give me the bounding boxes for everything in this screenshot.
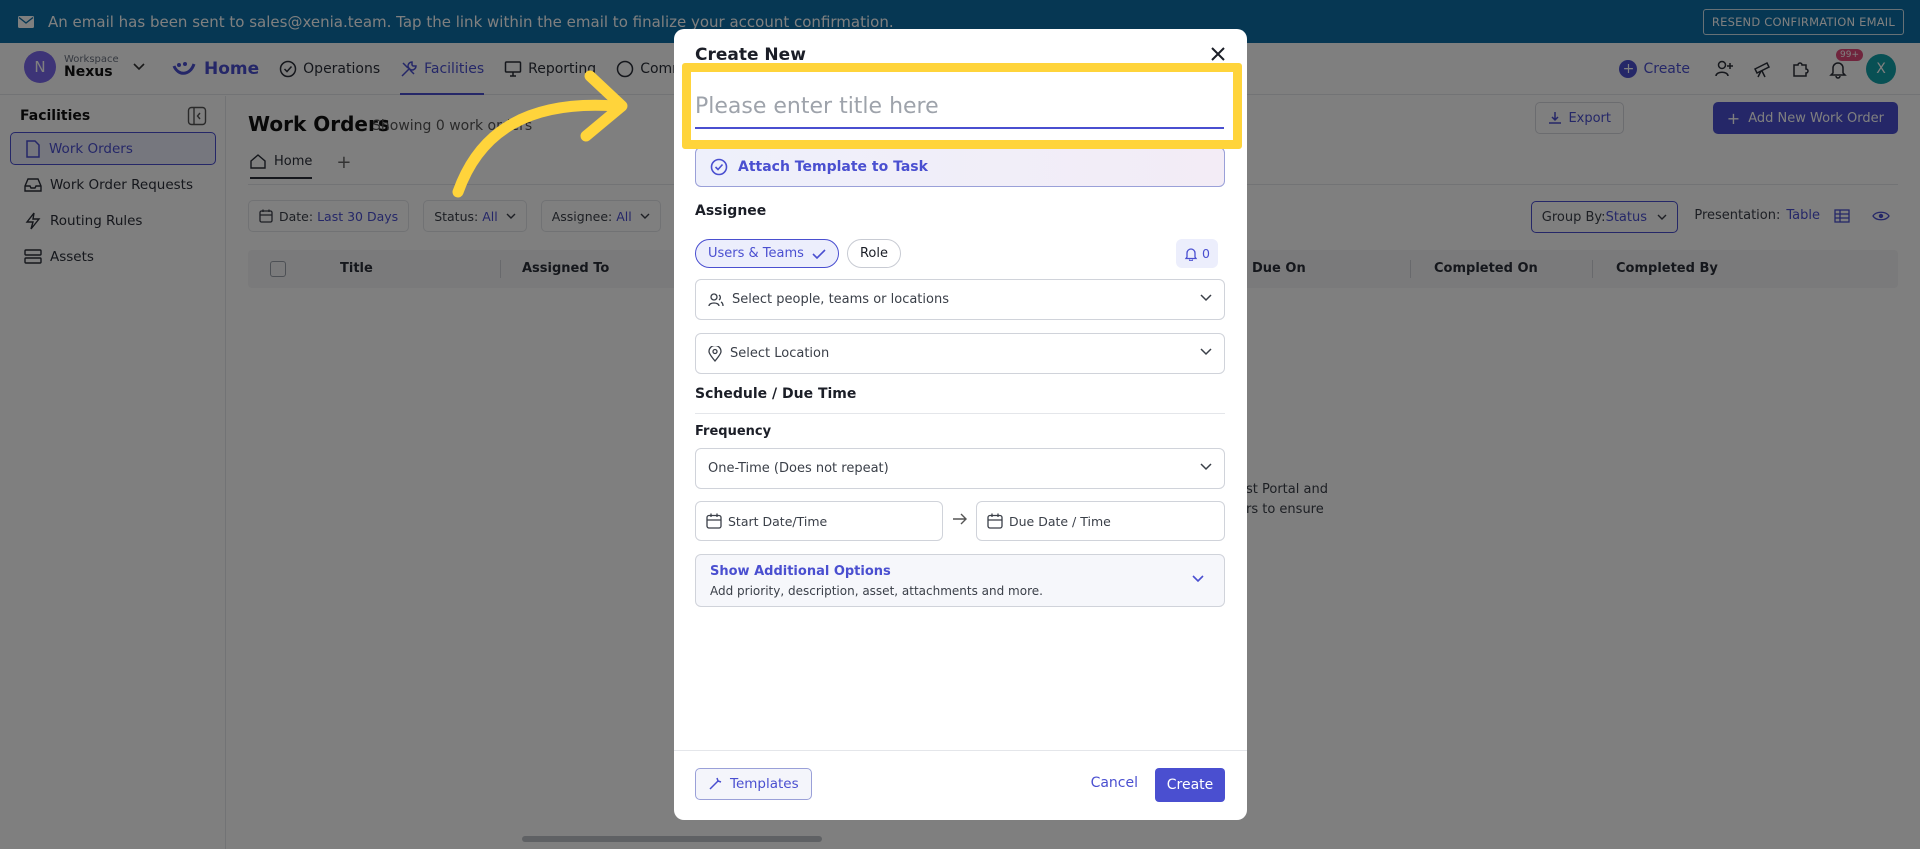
frequency-label: Frequency: [695, 424, 772, 439]
additional-options-toggle[interactable]: Show Additional Options Add priority, de…: [695, 554, 1225, 607]
additional-options-subtitle: Add priority, description, asset, attach…: [710, 584, 1043, 598]
create-button[interactable]: Create: [1155, 768, 1225, 802]
people-icon: [708, 292, 724, 306]
assignee-heading: Assignee: [695, 203, 767, 219]
calendar-icon: [706, 513, 722, 529]
frequency-select[interactable]: One-Time (Does not repeat): [695, 448, 1225, 489]
role-toggle[interactable]: Role: [846, 239, 901, 268]
chevron-down-icon: [1200, 348, 1212, 356]
start-date-picker[interactable]: Start Date/Time: [695, 501, 943, 541]
due-date-picker[interactable]: Due Date / Time: [976, 501, 1225, 541]
notify-count-button[interactable]: 0: [1176, 239, 1218, 268]
modal-title: Create New: [695, 45, 806, 65]
cancel-button[interactable]: Cancel: [1091, 775, 1138, 791]
wand-icon: [709, 777, 722, 790]
chevron-down-icon: [1200, 463, 1212, 471]
check-circle-icon: [710, 158, 728, 176]
title-input-highlight: [682, 63, 1242, 149]
section-divider: [695, 413, 1225, 414]
close-icon[interactable]: [1211, 47, 1225, 61]
schedule-heading: Schedule / Due Time: [695, 386, 857, 402]
bell-icon: [1184, 247, 1198, 261]
location-select[interactable]: Select Location: [695, 333, 1225, 374]
attach-template-button[interactable]: Attach Template to Task: [695, 147, 1225, 187]
calendar-icon: [987, 513, 1003, 529]
pointer-arrow-icon: [452, 70, 628, 198]
arrow-right-icon: [953, 513, 967, 525]
chevron-down-icon: [1192, 575, 1204, 583]
users-teams-toggle[interactable]: Users & Teams: [695, 239, 839, 268]
assignee-select[interactable]: Select people, teams or locations: [695, 279, 1225, 320]
additional-options-title: Show Additional Options: [710, 564, 891, 579]
footer-divider: [674, 750, 1247, 751]
location-pin-icon: [708, 345, 722, 362]
checkmark-icon: [812, 248, 826, 259]
templates-button[interactable]: Templates: [695, 768, 812, 800]
chevron-down-icon: [1200, 294, 1212, 302]
